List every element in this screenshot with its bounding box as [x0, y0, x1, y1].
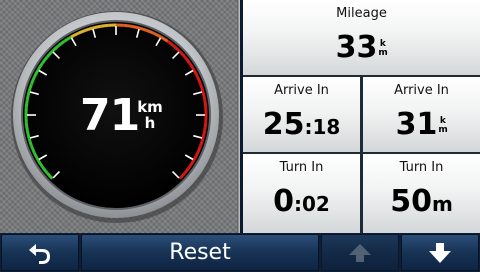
mileage-unit-bottom: m: [378, 48, 388, 58]
mileage-value: 33 k m: [243, 30, 480, 66]
gauge-arc-segment: [201, 130, 207, 139]
reset-label: Reset: [169, 240, 231, 265]
gauge-arc-segment: [24, 99, 29, 108]
back-arrow-icon: [29, 243, 50, 264]
gauge-arc-segment: [24, 122, 29, 131]
turn-time-seconds: 02: [302, 192, 330, 216]
arrive-time-value: 25:18: [243, 107, 360, 145]
trip-computer-screen: 71 km h Mileage 33 k m Arrive In 25:18 Arr…: [0, 0, 480, 272]
mileage-field[interactable]: Mileage 33 k m: [243, 0, 480, 75]
turn-distance-number: 50: [390, 184, 432, 219]
gauge-arc-segment: [92, 24, 101, 30]
gauge-arc-segment: [100, 23, 109, 28]
bottom-toolbar: Reset: [0, 233, 480, 272]
arrow-down-icon: [429, 242, 451, 263]
gauge-arc-segment: [203, 99, 208, 108]
arrive-distance-field[interactable]: Arrive In 31 k m: [363, 77, 480, 152]
reset-button[interactable]: Reset: [81, 234, 319, 271]
gauge-arc-segment: [201, 91, 207, 100]
turn-distance-label: Turn In: [399, 160, 444, 175]
arrive-distance-unit-bottom: m: [438, 125, 448, 135]
turn-distance-unit: m: [431, 192, 453, 216]
turn-time-field[interactable]: Turn In 0:02: [243, 154, 360, 233]
turn-distance-value: 50m: [363, 184, 480, 222]
arrive-time-minutes: 18: [312, 115, 341, 139]
speedometer-panel: 71 km h: [0, 0, 240, 233]
arrow-up-icon: [349, 243, 371, 262]
speed-value: 71: [80, 90, 140, 141]
scroll-down-button[interactable]: [401, 234, 479, 271]
speed-readout: 71 km h: [80, 90, 180, 142]
speed-unit-km: km: [137, 98, 163, 116]
trip-data-grid: Mileage 33 k m Arrive In 25:18 Arrive In 3…: [243, 0, 480, 233]
turn-time-separator: :: [294, 192, 303, 216]
gauge-arc-segment: [131, 24, 140, 30]
gauge-arc-segment: [203, 122, 208, 131]
gauge-arc-segment: [123, 23, 132, 28]
arrive-distance-unit: km: [438, 117, 447, 135]
mileage-label: Mileage: [336, 6, 387, 21]
turn-distance-field[interactable]: Turn In 50m: [363, 154, 480, 233]
mileage-number: 33: [335, 30, 378, 65]
arrive-time-field[interactable]: Arrive In 25:18: [243, 77, 360, 152]
back-button[interactable]: [1, 234, 79, 271]
arrive-distance-label: Arrive In: [394, 83, 449, 98]
arrive-time-hours: 25: [262, 107, 305, 142]
gauge-arc-segment: [25, 130, 31, 139]
turn-time-label: Turn In: [279, 160, 324, 175]
speed-unit-h: h: [144, 114, 156, 132]
arrive-distance-value: 31 k m: [363, 107, 480, 143]
scroll-up-button[interactable]: [321, 234, 399, 271]
mileage-unit: km: [378, 40, 387, 58]
arrive-time-label: Arrive In: [274, 83, 329, 98]
gauge-arc-segment: [25, 91, 31, 100]
turn-time-minutes: 0: [273, 184, 295, 219]
arrive-distance-number: 31: [395, 107, 438, 142]
turn-time-value: 0:02: [243, 184, 360, 222]
